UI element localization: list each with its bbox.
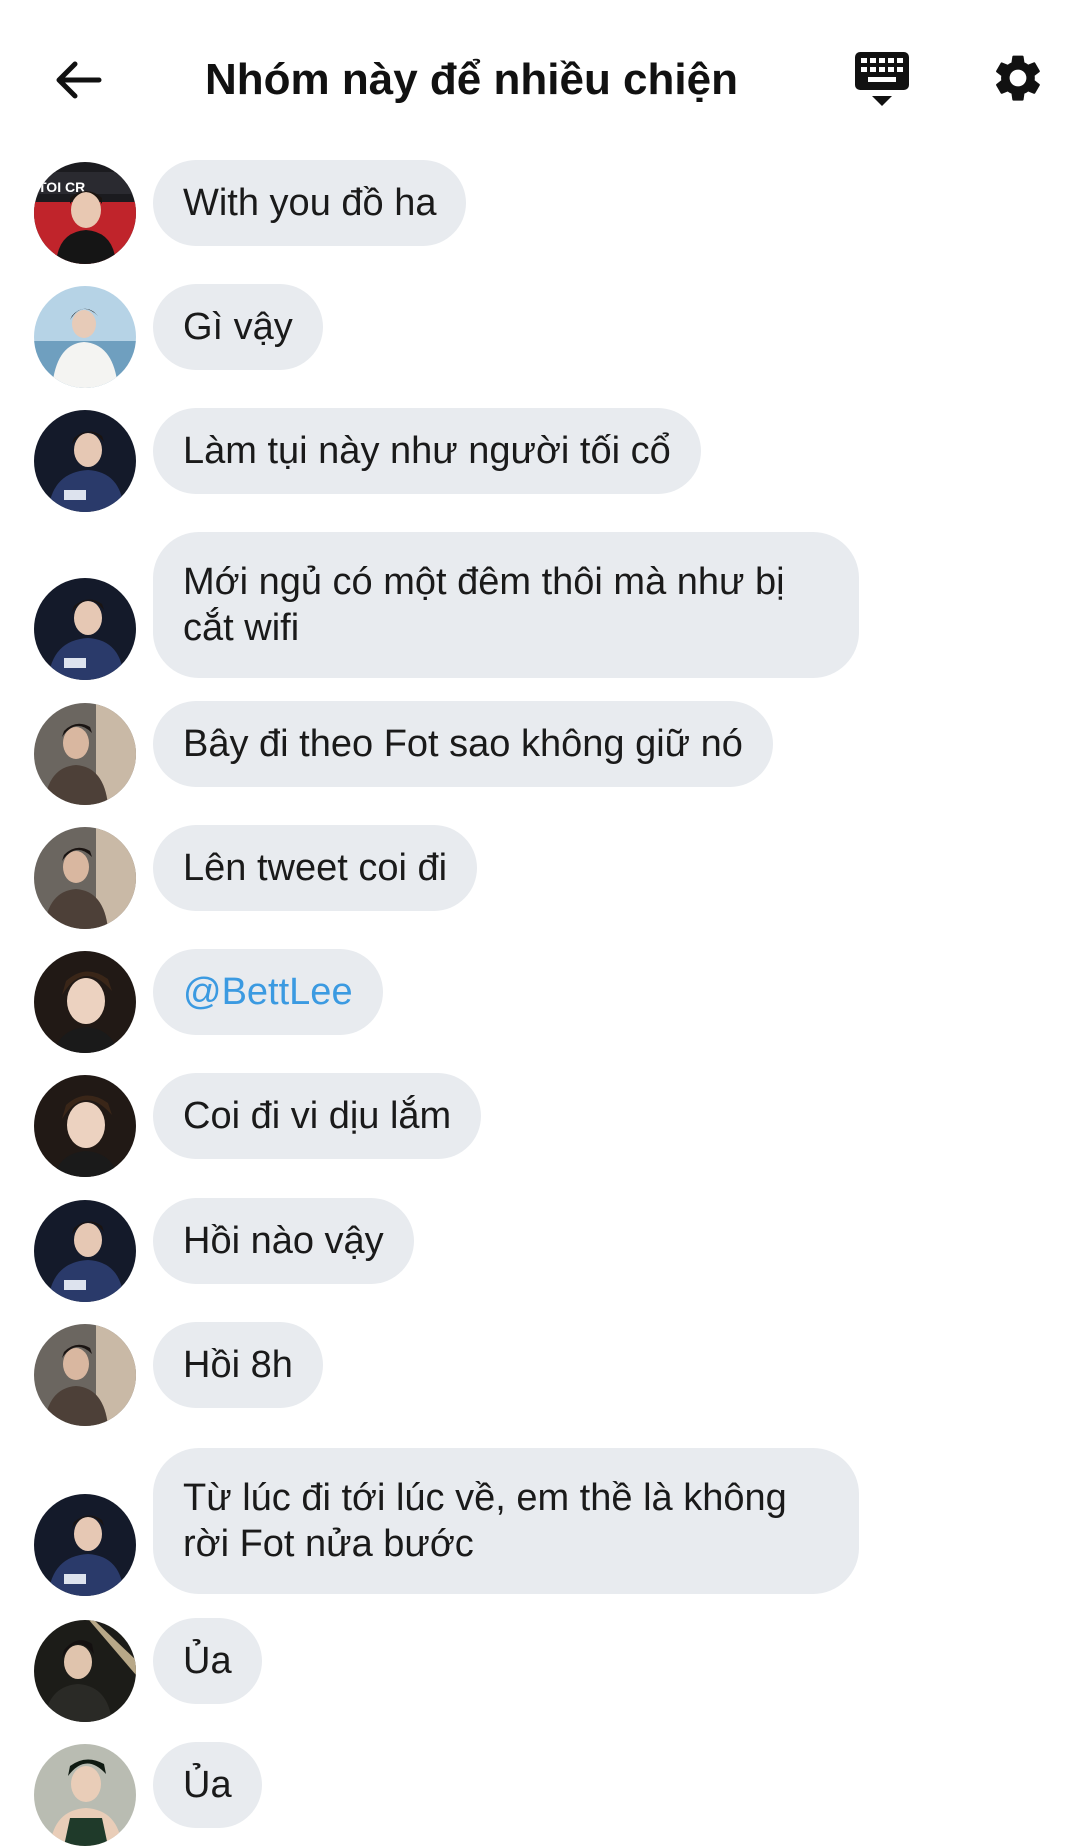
gear-icon xyxy=(996,55,1040,101)
message-text: Coi đi vi dịu lắm xyxy=(183,1095,452,1137)
message-bubble[interactable]: Ủa xyxy=(153,1742,262,1828)
chat-header: Nhóm này để nhiều chiện xyxy=(0,0,1080,150)
message-bubble[interactable]: Ủa xyxy=(153,1618,262,1704)
avatar-curtain-tan[interactable] xyxy=(34,1324,136,1426)
settings-button[interactable] xyxy=(988,48,1048,108)
avatar-night-street[interactable] xyxy=(34,1620,136,1722)
message-bubble[interactable]: Mới ngủ có một đêm thôi mà như bị cắt wi… xyxy=(153,532,859,678)
keyboard-button[interactable] xyxy=(852,48,912,114)
message-text: Làm tụi này như người tối cổ xyxy=(183,430,671,472)
avatar-red-poster[interactable]: TOI CR xyxy=(34,162,136,264)
mention-link[interactable]: @BettLee xyxy=(183,969,353,1015)
message-bubble[interactable]: Từ lúc đi tới lúc về, em thề là không rờ… xyxy=(153,1448,859,1594)
chat-title: Nhóm này để nhiều chiện xyxy=(205,55,738,104)
message-bubble[interactable]: Làm tụi này như người tối cổ xyxy=(153,408,701,494)
message-text: Hồi 8h xyxy=(183,1344,293,1386)
message-text: Ủa xyxy=(183,1764,232,1806)
message-text: Ủa xyxy=(183,1640,232,1682)
arrow-left-icon xyxy=(56,61,102,99)
keyboard-icon xyxy=(855,52,909,106)
message-bubble[interactable]: Gì vậy xyxy=(153,284,323,370)
back-button[interactable] xyxy=(48,50,108,110)
message-bubble[interactable]: @BettLee xyxy=(153,949,383,1035)
message-text: Gì vậy xyxy=(183,306,293,348)
message-text: Lên tweet coi đi xyxy=(183,847,448,889)
avatar-curtain-tan[interactable] xyxy=(34,827,136,929)
message-bubble[interactable]: Hồi 8h xyxy=(153,1322,323,1408)
message-text: Bây đi theo Fot sao không giữ nó xyxy=(183,723,743,765)
message-text: Từ lúc đi tới lúc về, em thề là không rờ… xyxy=(183,1477,787,1565)
avatar-green-tank[interactable] xyxy=(34,1744,136,1846)
message-bubble[interactable]: Bây đi theo Fot sao không giữ nó xyxy=(153,701,773,787)
message-text: Hồi nào vậy xyxy=(183,1220,384,1262)
message-text: Mới ngủ có một đêm thôi mà như bị cắt wi… xyxy=(183,561,785,649)
message-bubble[interactable]: Coi đi vi dịu lắm xyxy=(153,1073,482,1159)
avatar-curtain-tan[interactable] xyxy=(34,703,136,805)
avatar-sea-white-shirt[interactable] xyxy=(34,286,136,388)
avatar-navy-jacket[interactable] xyxy=(34,578,136,680)
avatar-dark-portrait[interactable] xyxy=(34,1075,136,1177)
avatar-dark-portrait[interactable] xyxy=(34,951,136,1053)
svg-text:TOI CR: TOI CR xyxy=(38,179,85,195)
message-bubble[interactable]: Hồi nào vậy xyxy=(153,1198,414,1284)
message-bubble[interactable]: Lên tweet coi đi xyxy=(153,825,478,911)
message-bubble[interactable]: With you đồ ha xyxy=(153,160,467,246)
chat-screen: Nhóm này để nhiều chiện TOI CR With you … xyxy=(0,0,1080,1848)
avatar-navy-jacket[interactable] xyxy=(34,1494,136,1596)
message-text: With you đồ ha xyxy=(183,182,437,224)
avatar-navy-jacket[interactable] xyxy=(34,1200,136,1302)
avatar-navy-jacket[interactable] xyxy=(34,410,136,512)
